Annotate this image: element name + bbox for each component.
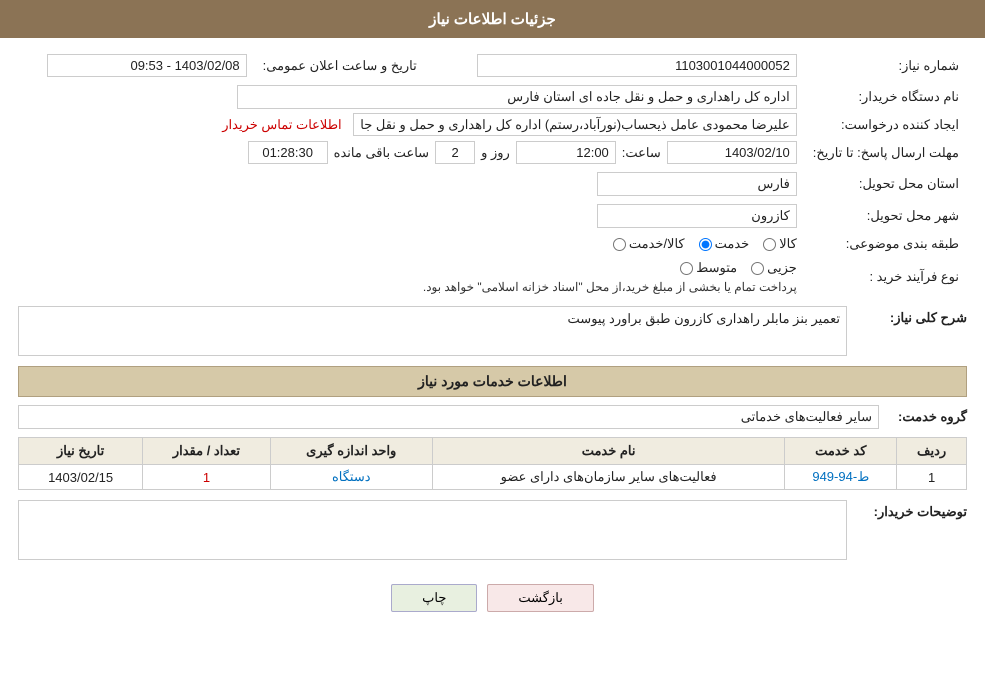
back-button[interactable]: بازگشت — [487, 584, 593, 612]
need-number-label: شماره نیاز: — [805, 50, 967, 81]
creator-contact-link[interactable]: اطلاعات تماس خریدار — [222, 117, 341, 132]
response-date-value: 1403/02/10 — [667, 141, 797, 164]
col-qty: تعداد / مقدار — [143, 438, 270, 465]
response-days-label: روز و — [481, 145, 510, 161]
cell-code: ط-94-949 — [785, 465, 897, 490]
response-time-label: ساعت: — [622, 145, 661, 161]
announce-datetime-value: 1403/02/08 - 09:53 — [47, 54, 247, 77]
col-code: کد خدمت — [785, 438, 897, 465]
cell-unit: دستگاه — [270, 465, 432, 490]
response-remaining-label: ساعت باقی مانده — [334, 145, 429, 161]
col-row: ردیف — [897, 438, 967, 465]
response-days-value: 2 — [435, 141, 475, 164]
services-table: ردیف کد خدمت نام خدمت واحد اندازه گیری ت… — [18, 437, 967, 490]
col-unit: واحد اندازه گیری — [270, 438, 432, 465]
table-row: 1 ط-94-949 فعالیت‌های سایر سازمان‌های دا… — [19, 465, 967, 490]
purchase-note: پرداخت تمام یا بخشی از مبلغ خرید،از محل … — [26, 280, 797, 294]
col-name: نام خدمت — [432, 438, 785, 465]
category-kala-radio[interactable] — [763, 238, 776, 251]
cell-date: 1403/02/15 — [19, 465, 143, 490]
response-deadline-label: مهلت ارسال پاسخ: تا تاریخ: — [805, 137, 967, 168]
category-label: طبقه بندی موضوعی: — [805, 232, 967, 256]
page-header: جزئیات اطلاعات نیاز — [0, 0, 985, 38]
city-label: شهر محل تحویل: — [805, 200, 967, 232]
purchase-motavasset-option[interactable]: متوسط — [680, 260, 737, 276]
category-khedmat-option[interactable]: خدمت — [699, 236, 750, 252]
creator-label: ایجاد کننده درخواست: — [805, 113, 967, 137]
need-desc-label: شرح کلی نیاز: — [857, 306, 967, 326]
province-value: فارس — [597, 172, 797, 196]
button-row: بازگشت چاپ — [18, 570, 967, 622]
purchase-jazee-radio[interactable] — [751, 262, 764, 275]
buyer-org-label: نام دستگاه خریدار: — [805, 81, 967, 113]
category-kala-option[interactable]: کالا — [763, 236, 797, 252]
response-remaining-value: 01:28:30 — [248, 141, 328, 164]
service-group-label: گروه خدمت: — [887, 409, 967, 425]
service-group-value: سایر فعالیت‌های خدماتی — [18, 405, 879, 429]
buyer-desc-textarea[interactable] — [18, 500, 847, 560]
print-button[interactable]: چاپ — [391, 584, 477, 612]
page-title: جزئیات اطلاعات نیاز — [429, 11, 556, 28]
purchase-jazee-option[interactable]: جزیی — [751, 260, 797, 276]
cell-row: 1 — [897, 465, 967, 490]
response-time-value: 12:00 — [516, 141, 616, 164]
category-kala-khedmat-radio[interactable] — [613, 238, 626, 251]
cell-qty: 1 — [143, 465, 270, 490]
info-table: شماره نیاز: 1103001044000052 تاریخ و ساع… — [18, 50, 967, 298]
purchase-type-label: نوع فرآیند خرید : — [805, 256, 967, 298]
buyer-desc-label: توضیحات خریدار: — [857, 500, 967, 520]
buyer-org-value: اداره کل راهداری و حمل و نقل جاده ای است… — [237, 85, 797, 109]
cell-name: فعالیت‌های سایر سازمان‌های دارای عضو — [432, 465, 785, 490]
need-desc-value: تعمیر بنز مابلر راهداری کازرون طبق براور… — [18, 306, 847, 356]
need-number-value: 1103001044000052 — [477, 54, 797, 77]
province-label: استان محل تحویل: — [805, 168, 967, 200]
services-section-header: اطلاعات خدمات مورد نیاز — [18, 366, 967, 397]
category-kala-khedmat-option[interactable]: کالا/خدمت — [613, 236, 685, 252]
col-date: تاریخ نیاز — [19, 438, 143, 465]
category-khedmat-radio[interactable] — [699, 238, 712, 251]
creator-value: علیرضا محمودی عامل ذیحساب(نورآباد،رستم) … — [353, 113, 797, 136]
purchase-motavasset-radio[interactable] — [680, 262, 693, 275]
city-value: کازرون — [597, 204, 797, 228]
announce-datetime-label: تاریخ و ساعت اعلان عمومی: — [255, 50, 437, 81]
